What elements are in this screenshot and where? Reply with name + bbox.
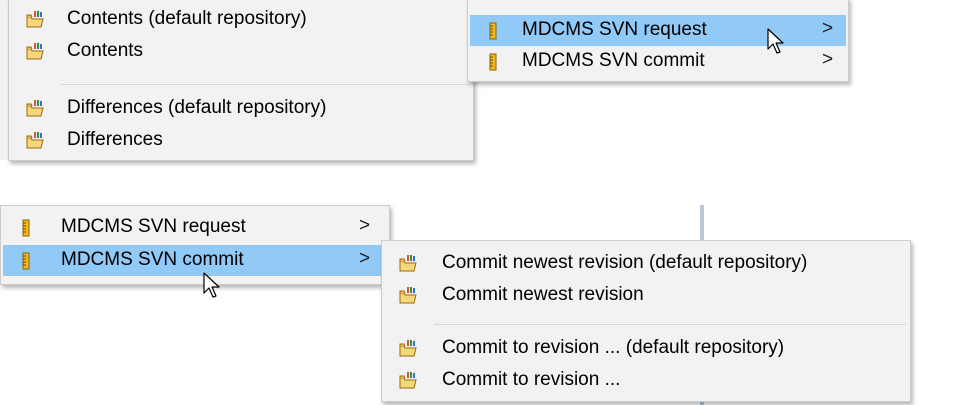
- menu-separator: [434, 324, 906, 325]
- menu-item-contents-default[interactable]: Contents (default repository): [11, 4, 471, 35]
- mdcms-ruler-icon: [17, 218, 37, 238]
- menu-item-differences[interactable]: Differences: [11, 125, 471, 156]
- chevron-right-icon: >: [359, 248, 371, 269]
- chevron-right-icon: >: [822, 49, 834, 70]
- chevron-right-icon: >: [822, 18, 834, 39]
- mdcms-submenu: MDCMS SVN request > MDCMS SVN commit >: [467, 0, 849, 82]
- mdcms-menu: MDCMS SVN request > MDCMS SVN commit >: [0, 205, 390, 285]
- svn-folder-icon: [25, 99, 45, 119]
- mdcms-ruler-icon: [484, 21, 504, 41]
- menu-item-commit-newest[interactable]: Commit newest revision: [384, 280, 908, 311]
- menu-item-label: Commit newest revision (default reposito…: [442, 252, 808, 273]
- menu-item-differences-default[interactable]: Differences (default repository): [11, 93, 471, 124]
- menu-item-mdcms-svn-commit[interactable]: MDCMS SVN commit >: [3, 245, 389, 276]
- menu-item-commit-to-revision-default[interactable]: Commit to revision ... (default reposito…: [384, 333, 908, 364]
- menu-item-label: MDCMS SVN commit: [61, 249, 244, 270]
- menu-item-commit-newest-default[interactable]: Commit newest revision (default reposito…: [384, 248, 908, 279]
- menu-item-label: MDCMS SVN request: [61, 216, 246, 237]
- menu-item-label: Contents: [67, 40, 144, 61]
- menu-item-mdcms-svn-request[interactable]: MDCMS SVN request >: [3, 212, 387, 243]
- svn-folder-icon: [398, 339, 418, 359]
- menu-item-contents[interactable]: Contents: [11, 36, 471, 67]
- menu-item-commit-to-revision[interactable]: Commit to revision ...: [384, 365, 908, 396]
- mdcms-ruler-icon: [17, 251, 37, 271]
- context-menu: Contents (default repository) Contents D…: [8, 0, 474, 161]
- svn-folder-icon: [25, 131, 45, 151]
- menu-item-label: MDCMS SVN request: [522, 19, 707, 40]
- svn-folder-icon: [25, 10, 45, 30]
- svn-folder-icon: [398, 254, 418, 274]
- menu-item-label: MDCMS SVN commit: [522, 50, 705, 71]
- svn-folder-icon: [25, 42, 45, 62]
- chevron-right-icon: >: [359, 215, 371, 236]
- menu-separator: [61, 84, 469, 85]
- svn-folder-icon: [398, 286, 418, 306]
- svn-folder-icon: [398, 371, 418, 391]
- menu-item-mdcms-svn-request[interactable]: MDCMS SVN request >: [470, 15, 846, 46]
- mouse-pointer-icon: [203, 272, 223, 300]
- menu-item-label: Commit to revision ... (default reposito…: [442, 337, 785, 358]
- mouse-pointer-icon: [767, 28, 787, 56]
- menu-item-label: Differences: [67, 129, 163, 150]
- menu-item-label: Commit to revision ...: [442, 369, 621, 390]
- menu-item-label: Differences (default repository): [67, 97, 327, 118]
- commit-submenu: Commit newest revision (default reposito…: [381, 240, 911, 402]
- menu-item-label: Contents (default repository): [67, 8, 307, 29]
- menu-item-mdcms-svn-commit[interactable]: MDCMS SVN commit >: [470, 46, 846, 77]
- menu-item-label: Commit newest revision: [442, 284, 644, 305]
- background-window-edge: [0, 0, 8, 160]
- mdcms-ruler-icon: [484, 52, 504, 72]
